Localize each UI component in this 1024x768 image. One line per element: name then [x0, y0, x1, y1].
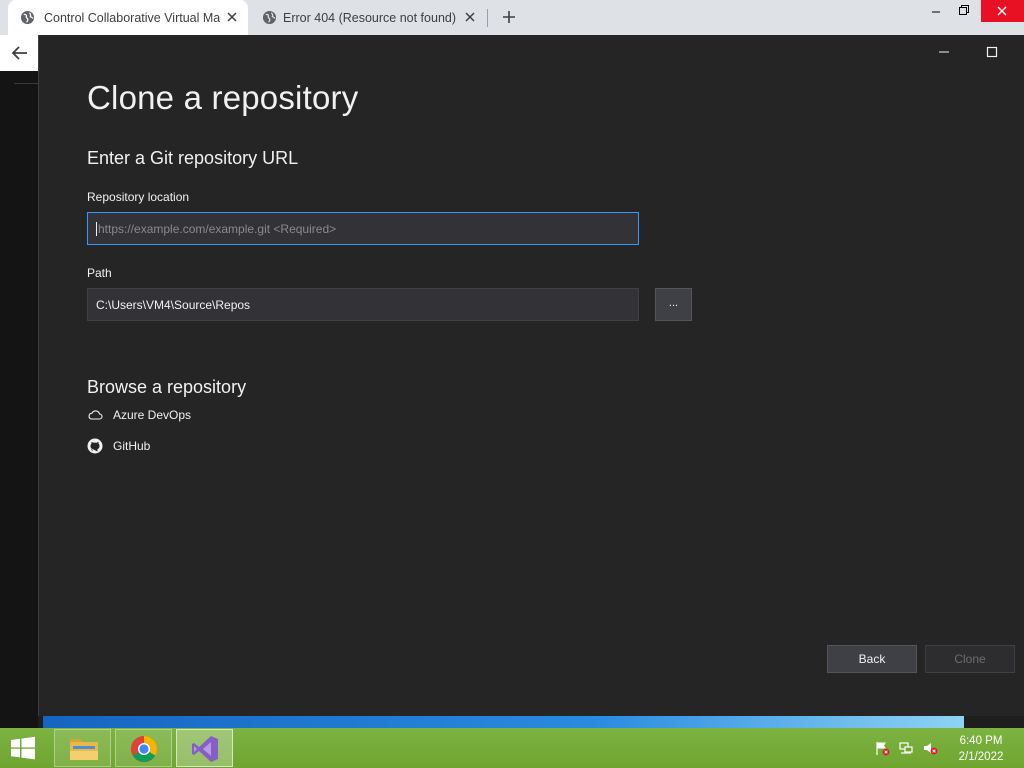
tab-title: Error 404 (Resource not found) [283, 10, 457, 25]
clone-repository-dialog: Clone a repository Enter a Git repositor… [38, 35, 1024, 716]
path-input[interactable]: C:\Users\VM4\Source\Repos [87, 288, 639, 321]
cloud-icon [88, 410, 103, 420]
browser-nav [0, 35, 38, 71]
minimize-icon[interactable] [922, 0, 950, 22]
windows-start-icon[interactable] [8, 735, 38, 761]
repository-location-input[interactable]: https://example.com/example.git <Require… [87, 212, 639, 245]
close-tab-icon[interactable] [462, 9, 478, 25]
tab-separator [487, 9, 488, 27]
text-caret [96, 221, 97, 236]
folder-icon [70, 739, 98, 760]
browse-section-heading: Browse a repository [87, 377, 247, 397]
page-title: Clone a repository [87, 79, 359, 116]
globe-icon [262, 10, 277, 25]
github-link[interactable]: GitHub [87, 438, 150, 454]
path-label: Path [87, 266, 112, 280]
background-app-strip [0, 71, 38, 730]
close-window-icon[interactable] [981, 0, 1024, 22]
volume-muted-icon[interactable] [922, 740, 938, 756]
dialog-maximize-icon[interactable] [985, 45, 999, 59]
action-center-flag-icon[interactable] [874, 740, 890, 756]
dialog-minimize-icon[interactable] [937, 45, 951, 59]
azure-devops-label: Azure DevOps [113, 408, 192, 422]
clock-date: 2/1/2022 [958, 751, 1004, 763]
repository-location-placeholder: https://example.com/example.git <Require… [98, 221, 337, 236]
visual-studio-icon [192, 736, 218, 762]
chrome-icon [130, 735, 158, 763]
system-clock[interactable]: 6:40 PM 2/1/2022 [950, 733, 1012, 765]
browse-path-button[interactable]: ... [655, 288, 692, 321]
tab-error-404[interactable]: Error 404 (Resource not found) [250, 0, 486, 35]
repository-location-label: Repository location [87, 190, 190, 204]
github-label: GitHub [113, 439, 151, 453]
azure-devops-link[interactable]: Azure DevOps [87, 408, 191, 422]
globe-icon [20, 10, 35, 25]
restore-icon[interactable] [950, 0, 978, 22]
back-arrow-icon[interactable] [10, 43, 30, 63]
clock-time: 6:40 PM [959, 735, 1003, 747]
divider [14, 83, 38, 84]
taskbar-visual-studio[interactable] [176, 729, 233, 767]
taskbar-file-explorer[interactable] [54, 729, 111, 767]
progress-strip-end [964, 716, 1024, 728]
url-section-heading: Enter a Git repository URL [87, 148, 299, 168]
clone-button[interactable]: Clone [925, 645, 1015, 673]
windows-taskbar: 6:40 PM 2/1/2022 [0, 728, 1024, 768]
tab-control-collaborative[interactable]: Control Collaborative Virtual Ma [8, 0, 248, 35]
close-tab-icon[interactable] [224, 9, 240, 25]
network-icon[interactable] [898, 740, 914, 756]
back-button[interactable]: Back [827, 645, 917, 673]
tab-title: Control Collaborative Virtual Ma [44, 10, 220, 25]
new-tab-icon[interactable] [498, 6, 520, 28]
github-icon [87, 438, 103, 454]
path-value: C:\Users\VM4\Source\Repos [96, 297, 251, 312]
taskbar-chrome[interactable] [115, 729, 172, 767]
browser-tab-strip: Control Collaborative Virtual Ma Error 4… [0, 0, 1024, 35]
progress-strip [43, 716, 964, 728]
